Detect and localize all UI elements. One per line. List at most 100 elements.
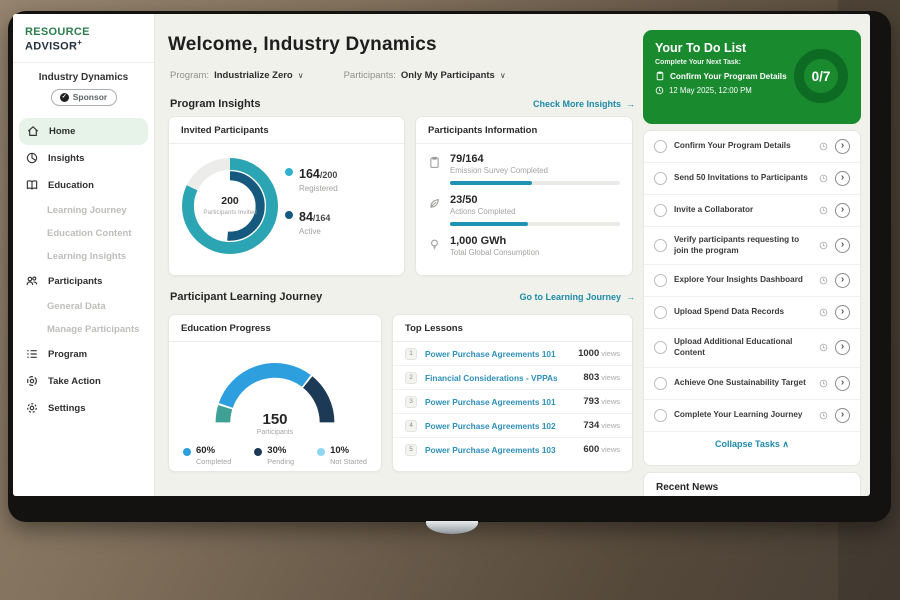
lesson-link[interactable]: Financial Considerations - VPPAs [425, 373, 575, 383]
legend-label: Not Started [330, 457, 367, 466]
lesson-row[interactable]: 5 Power Purchase Agreements 103 600views [393, 438, 632, 461]
views-suffix: views [601, 421, 620, 430]
chevron-right-icon[interactable]: › [835, 139, 850, 154]
sidebar-item-label: Manage Participants [47, 324, 139, 335]
views-suffix: views [601, 445, 620, 454]
chevron-up-icon: ∧ [782, 439, 789, 449]
app-logo: RESOURCE ADVISOR+ [13, 14, 154, 63]
sidebar-item-learning-journey[interactable]: Learning Journey [13, 199, 154, 222]
program-select-value: Industrialize Zero [214, 70, 293, 81]
bulb-icon [428, 238, 441, 257]
go-to-learning-journey-link[interactable]: Go to Learning Journey → [519, 292, 635, 302]
lesson-link[interactable]: Power Purchase Agreements 103 [425, 445, 575, 455]
task-checkbox[interactable] [654, 140, 667, 153]
lesson-views: 734 [583, 420, 599, 431]
sidebar-item-program[interactable]: Program [13, 341, 154, 368]
link-label: Go to Learning Journey [519, 292, 621, 302]
gear-icon [25, 401, 39, 415]
invited-participants-card: Invited Participants 200 Participants In… [168, 116, 405, 276]
sidebar-menu: Home Insights Education Learning Journey… [13, 118, 154, 422]
lesson-link[interactable]: Power Purchase Agreements 101 [425, 349, 570, 359]
card-title: Top Lessons [393, 315, 632, 342]
sidebar-item-participants[interactable]: Participants [13, 268, 154, 295]
sidebar-item-take-action[interactable]: Take Action [13, 368, 154, 395]
chevron-right-icon[interactable]: › [835, 203, 850, 218]
sidebar-item-settings[interactable]: Settings [13, 395, 154, 422]
lesson-row[interactable]: 3 Power Purchase Agreements 101 793views [393, 390, 632, 414]
task-row[interactable]: Complete Your Learning Journey › [644, 400, 860, 432]
lesson-row[interactable]: 2 Financial Considerations - VPPAs 803vi… [393, 366, 632, 390]
task-checkbox[interactable] [654, 377, 667, 390]
task-label: Upload Spend Data Records [674, 307, 812, 318]
sidebar-item-education-content[interactable]: Education Content [13, 222, 154, 245]
clipboard-icon [655, 71, 665, 81]
lesson-link[interactable]: Power Purchase Agreements 101 [425, 397, 575, 407]
task-checkbox[interactable] [654, 306, 667, 319]
todo-due-date: 12 May 2025, 12:00 PM [669, 86, 752, 95]
stat-row: 23/50 Actions Completed [416, 185, 632, 226]
participants-select-label: Participants: [344, 70, 396, 81]
sidebar-item-manage-participants[interactable]: Manage Participants [13, 318, 154, 341]
todo-next-task: Confirm Your Program Details [670, 72, 787, 81]
insights-icon [25, 151, 39, 165]
check-more-insights-link[interactable]: Check More Insights → [533, 99, 635, 109]
link-label: Collapse Tasks [715, 439, 780, 449]
legend-dot [183, 448, 191, 456]
lesson-views: 803 [583, 372, 599, 383]
chevron-right-icon[interactable]: › [835, 340, 850, 355]
program-select[interactable]: Program: Industrialize Zero ∨ [170, 70, 304, 81]
sidebar-item-insights[interactable]: Insights [13, 145, 154, 172]
sidebar-item-education[interactable]: Education [13, 172, 154, 199]
task-checkbox[interactable] [654, 239, 667, 252]
task-checkbox[interactable] [654, 341, 667, 354]
arrow-right-icon: → [626, 99, 635, 109]
education-progress-card: Education Progress 150 Participants 60% … [168, 314, 382, 472]
participants-select[interactable]: Participants: Only My Participants ∨ [344, 70, 506, 81]
task-checkbox[interactable] [654, 204, 667, 217]
clock-icon [655, 86, 664, 95]
chevron-down-icon: ∨ [298, 71, 304, 80]
task-row[interactable]: Send 50 Invitations to Participants › [644, 163, 860, 195]
sidebar-item-learning-insights[interactable]: Learning Insights [13, 245, 154, 268]
chevron-right-icon[interactable]: › [835, 408, 850, 423]
program-insights-header: Program Insights Check More Insights → [170, 98, 635, 110]
link-label: Check More Insights [533, 99, 621, 109]
card-title: Participants Information [416, 117, 632, 144]
task-row[interactable]: Achieve One Sustainability Target › [644, 368, 860, 400]
chevron-right-icon[interactable]: › [835, 238, 850, 253]
task-row[interactable]: Invite a Collaborator › [644, 195, 860, 227]
sidebar-item-general-data[interactable]: General Data [13, 295, 154, 318]
task-label: Achieve One Sustainability Target [674, 378, 812, 389]
collapse-tasks-link[interactable]: Collapse Tasks ∧ [644, 432, 860, 457]
legend-label: Pending [267, 457, 294, 466]
task-row[interactable]: Confirm Your Program Details › [644, 131, 860, 163]
sidebar-item-label: Home [49, 126, 75, 137]
sidebar-item-label: Learning Journey [47, 205, 127, 216]
legend-label: Completed [196, 457, 231, 466]
logo-plus: + [77, 38, 82, 47]
task-label: Complete Your Learning Journey [674, 410, 812, 421]
chevron-right-icon[interactable]: › [835, 376, 850, 391]
recent-news-title: Recent News [656, 482, 718, 493]
task-row[interactable]: Upload Additional Educational Content › [644, 329, 860, 367]
lesson-link[interactable]: Power Purchase Agreements 102 [425, 421, 575, 431]
sidebar-item-label: Education Content [47, 228, 131, 239]
sidebar-item-label: General Data [47, 301, 106, 312]
sidebar-item-label: Learning Insights [47, 251, 126, 262]
task-checkbox[interactable] [654, 274, 667, 287]
sidebar-item-home[interactable]: Home [19, 118, 148, 145]
task-row[interactable]: Explore Your Insights Dashboard › [644, 265, 860, 297]
task-checkbox[interactable] [654, 172, 667, 185]
chevron-right-icon[interactable]: › [835, 171, 850, 186]
task-checkbox[interactable] [654, 409, 667, 422]
task-row[interactable]: Upload Spend Data Records › [644, 297, 860, 329]
card-title: Education Progress [169, 315, 381, 342]
stat-value: 79/164 [450, 153, 620, 165]
sponsor-badge[interactable]: ✓ Sponsor [51, 89, 117, 106]
lesson-row[interactable]: 1 Power Purchase Agreements 101 1000view… [393, 342, 632, 366]
participants-information-card: Participants Information 79/164 Emission… [415, 116, 633, 276]
chevron-right-icon[interactable]: › [835, 305, 850, 320]
task-row[interactable]: Verify participants requesting to join t… [644, 227, 860, 265]
lesson-row[interactable]: 4 Power Purchase Agreements 102 734views [393, 414, 632, 438]
chevron-right-icon[interactable]: › [835, 273, 850, 288]
